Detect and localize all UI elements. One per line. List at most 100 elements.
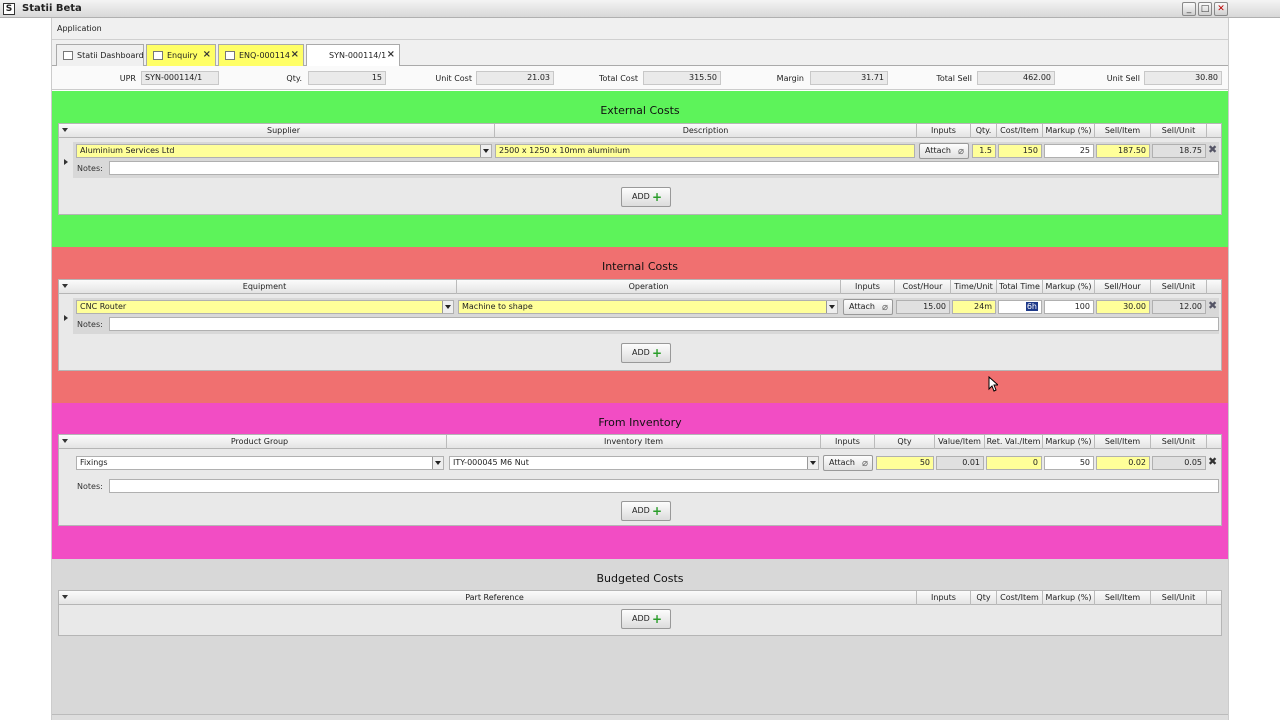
external-costs-section: External Costs Supplier Description Inpu… xyxy=(52,91,1228,247)
markup-input[interactable]: 25 xyxy=(1044,144,1094,158)
dropdown-arrow-icon[interactable] xyxy=(807,457,818,469)
equipment-select[interactable]: CNC Router xyxy=(76,300,454,314)
qty-input[interactable]: 50 xyxy=(876,456,934,470)
tab-dashboard[interactable]: Statii Dashboard xyxy=(56,44,144,66)
tab-label: ENQ-000114 xyxy=(239,51,290,60)
add-external-button[interactable]: ADD + xyxy=(621,187,671,207)
qty-input[interactable]: 1.5 xyxy=(972,144,996,158)
dropdown-arrow-icon[interactable] xyxy=(826,301,837,313)
tab-enquiry[interactable]: Enquiry × xyxy=(146,44,216,66)
supplier-value: Aluminium Services Ltd xyxy=(80,146,175,155)
add-label: ADD xyxy=(632,506,650,515)
header-cost-item: Cost/Item xyxy=(997,591,1043,605)
notes-input[interactable] xyxy=(109,161,1219,175)
markup-input[interactable]: 100 xyxy=(1044,300,1094,314)
inventory-item-select[interactable]: ITY-000045 M6 Nut xyxy=(449,456,819,470)
menu-application[interactable]: Application xyxy=(57,24,102,33)
budgeted-costs-title: Budgeted Costs xyxy=(596,572,684,585)
budgeted-costs-section: Budgeted Costs Part Reference Inputs Qty… xyxy=(52,559,1228,714)
maximize-button[interactable]: □ xyxy=(1198,2,1212,16)
inventory-item-value: ITY-000045 M6 Nut xyxy=(453,458,529,467)
external-costs-title: External Costs xyxy=(600,104,680,117)
dropdown-arrow-icon[interactable] xyxy=(442,301,453,313)
menu-bar: Application xyxy=(52,18,1228,40)
product-group-select[interactable]: Fixings xyxy=(76,456,444,470)
dropdown-arrow-icon[interactable] xyxy=(432,457,443,469)
collapse-arrow-icon[interactable] xyxy=(62,595,68,599)
add-label: ADD xyxy=(632,348,650,357)
description-input[interactable]: 2500 x 1250 x 10mm aluminium xyxy=(495,144,915,158)
notes-label: Notes: xyxy=(77,482,103,491)
notes-label: Notes: xyxy=(77,320,103,329)
add-label: ADD xyxy=(632,614,650,623)
inventory-panel: Product Group Inventory Item Inputs Qty … xyxy=(58,434,1222,526)
delete-row-icon[interactable]: ✖ xyxy=(1208,455,1217,468)
header-qty: Qty. xyxy=(971,124,997,138)
ret-val-input[interactable]: 0 xyxy=(986,456,1042,470)
notes-input[interactable] xyxy=(109,317,1219,331)
tab-enq-000114[interactable]: ENQ-000114 × xyxy=(218,44,304,66)
row-expander-icon[interactable] xyxy=(64,315,68,321)
paperclip-icon: ⌀ xyxy=(861,458,868,469)
header-qty: Qty xyxy=(875,435,935,449)
unit-sell-label: Unit Sell xyxy=(1106,74,1140,83)
header-total-time: Total Time xyxy=(997,280,1043,294)
left-margin xyxy=(0,18,52,720)
inventory-title: From Inventory xyxy=(598,416,682,429)
row-expander-icon[interactable] xyxy=(64,159,68,165)
attach-label: Attach xyxy=(925,146,951,155)
collapse-arrow-icon[interactable] xyxy=(62,284,68,288)
internal-costs-section: Internal Costs Equipment Operation Input… xyxy=(52,247,1228,403)
paperclip-icon: ⌀ xyxy=(957,146,964,157)
add-budgeted-button[interactable]: ADD + xyxy=(621,609,671,629)
sell-unit-value: 18.75 xyxy=(1152,144,1206,158)
attach-button[interactable]: Attach ⌀ xyxy=(843,299,893,315)
minimize-button[interactable]: _ xyxy=(1182,2,1196,16)
tab-label: SYN-000114/1 xyxy=(329,51,387,60)
close-tab-icon[interactable]: × xyxy=(387,49,395,60)
header-sell-unit: Sell/Unit xyxy=(1151,124,1207,138)
header-supplier: Supplier xyxy=(73,124,495,138)
attach-button[interactable]: Attach ⌀ xyxy=(919,143,969,159)
notes-input[interactable] xyxy=(109,479,1219,493)
plus-icon: + xyxy=(651,612,662,626)
status-bar xyxy=(52,714,1228,720)
attach-label: Attach xyxy=(849,302,875,311)
collapse-arrow-icon[interactable] xyxy=(62,128,68,132)
header-qty: Qty xyxy=(971,591,997,605)
add-inventory-button[interactable]: ADD + xyxy=(621,501,671,521)
markup-input[interactable]: 50 xyxy=(1044,456,1094,470)
dropdown-arrow-icon[interactable] xyxy=(480,145,491,157)
unit-cost-field: 21.03 xyxy=(476,71,554,85)
window-title: Statii Beta xyxy=(22,3,82,14)
attach-button[interactable]: Attach ⌀ xyxy=(823,455,873,471)
tab-syn-000114-1[interactable]: SYN-000114/1 × xyxy=(306,44,400,67)
sell-hour-input[interactable]: 30.00 xyxy=(1096,300,1150,314)
total-cost-label: Total Cost xyxy=(598,74,638,83)
external-costs-panel: Supplier Description Inputs Qty. Cost/It… xyxy=(58,123,1222,215)
header-equipment: Equipment xyxy=(73,280,457,294)
time-unit-input[interactable]: 24m xyxy=(952,300,996,314)
upr-field[interactable]: SYN-000114/1 xyxy=(141,71,219,85)
collapse-arrow-icon[interactable] xyxy=(62,439,68,443)
operation-select[interactable]: Machine to shape xyxy=(458,300,838,314)
header-sell-unit: Sell/Unit xyxy=(1151,435,1207,449)
header-inputs: Inputs xyxy=(917,124,971,138)
sell-item-input[interactable]: 0.02 xyxy=(1096,456,1150,470)
plus-icon: + xyxy=(651,346,662,360)
total-time-input[interactable]: 6h xyxy=(998,300,1042,314)
delete-row-icon[interactable]: ✖ xyxy=(1208,299,1217,312)
supplier-select[interactable]: Aluminium Services Ltd xyxy=(76,144,492,158)
close-window-button[interactable]: ✕ xyxy=(1214,2,1228,16)
plus-icon: + xyxy=(651,504,662,518)
cost-item-input[interactable]: 150 xyxy=(998,144,1042,158)
window-titlebar: S Statii Beta _ □ ✕ xyxy=(0,0,1280,18)
qty-label: Qty. xyxy=(286,74,302,83)
close-tab-icon[interactable]: × xyxy=(291,49,299,60)
qty-field[interactable]: 15 xyxy=(308,71,386,85)
sell-item-input[interactable]: 187.50 xyxy=(1096,144,1150,158)
header-ret-val-item: Ret. Val./Item xyxy=(985,435,1043,449)
delete-row-icon[interactable]: ✖ xyxy=(1208,143,1217,156)
close-tab-icon[interactable]: × xyxy=(203,49,211,60)
add-internal-button[interactable]: ADD + xyxy=(621,343,671,363)
